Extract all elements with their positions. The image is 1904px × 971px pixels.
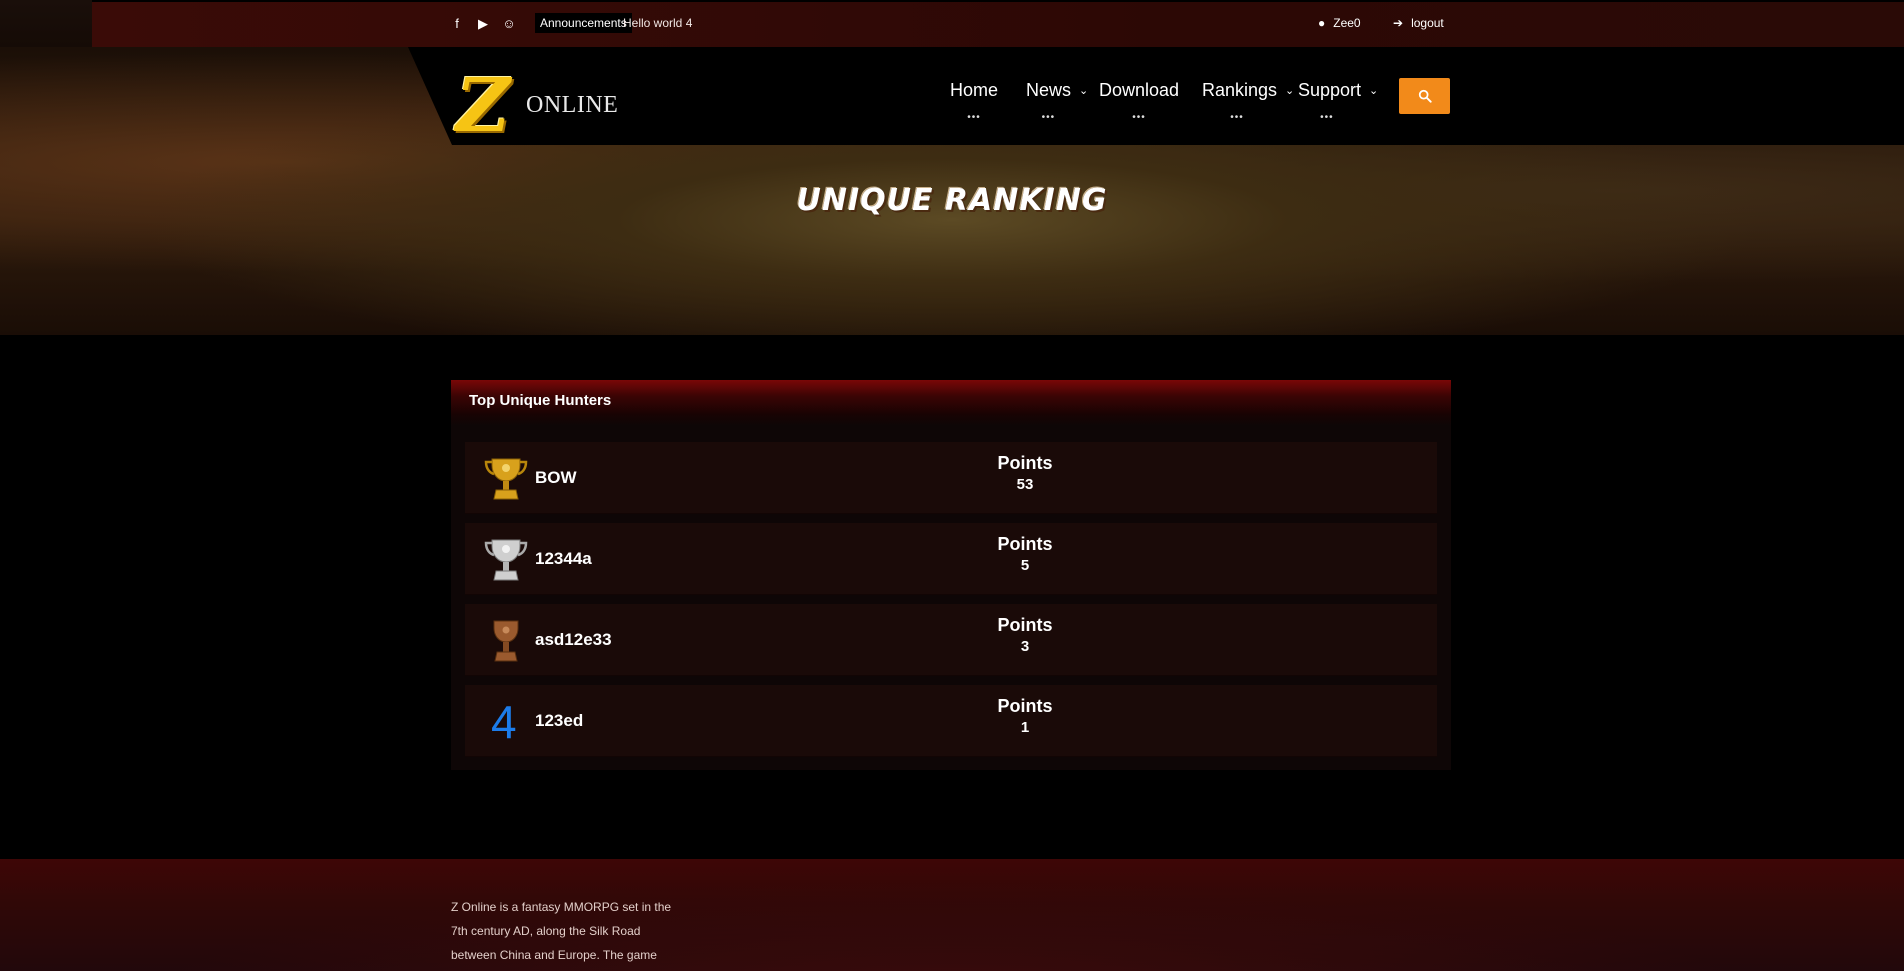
announcement-text[interactable]: Hello world 4 [623,16,692,30]
nav-rankings[interactable]: Rankings ⌄ ••• [1202,80,1295,123]
sign-out-icon: ➔ [1393,16,1404,30]
points-value: 53 [1016,476,1034,493]
logout-link[interactable]: ➔ logout [1393,16,1444,30]
nav-dots: ••• [967,112,981,123]
points-value: 5 [1020,557,1030,574]
points-label: Points [997,615,1053,635]
chevron-down-icon: ⌄ [1369,85,1379,97]
points-cell: Points 5 [985,534,1065,574]
points-label: Points [997,534,1053,554]
ranking-row: 12344a Points 5 [465,523,1437,595]
ranking-list: BOW Points 53 12344a Points 5 asd12e33 P… [465,442,1437,766]
logo-letter: Z [456,63,511,149]
points-cell: Points 3 [985,615,1065,655]
nav-news-label: News [1026,80,1072,100]
panel-title: Top Unique Hunters [451,380,1451,426]
facebook-icon[interactable]: f [450,16,464,32]
points-value: 1 [1020,719,1030,736]
logo-text: ONLINE [526,92,619,118]
logout-label: logout [1411,16,1444,30]
search-icon [1418,89,1432,103]
bronze-trophy-icon [493,620,519,662]
user-profile-link[interactable]: ● Zee0 [1318,16,1361,30]
player-name[interactable]: asd12e33 [535,630,612,650]
social-links: f ▶ ☺ [450,16,516,32]
user-icon: ● [1318,16,1326,30]
ranking-row: BOW Points 53 [465,442,1437,514]
ranking-row: 4 123ed Points 1 [465,685,1437,757]
search-button[interactable] [1399,78,1450,114]
page-title: UNIQUE RANKING [796,183,1108,218]
discord-icon[interactable]: ☺ [502,16,516,32]
gold-trophy-icon [484,458,528,500]
nav-dots: ••• [1230,112,1244,123]
ranking-row: asd12e33 Points 3 [465,604,1437,676]
nav-support[interactable]: Support ⌄ ••• [1298,80,1379,123]
player-name[interactable]: BOW [535,468,577,488]
chevron-down-icon: ⌄ [1285,85,1295,97]
rank-number: 4 [491,696,517,748]
points-value: 3 [1020,638,1030,655]
top-bar: f ▶ ☺ Announcements Hello world 4 ● Zee0… [92,0,1904,47]
nav-download-label: Download [1099,80,1180,100]
nav-dots: ••• [1132,112,1146,123]
silver-trophy-icon [484,539,528,581]
youtube-icon[interactable]: ▶ [476,16,490,32]
ranking-panel: Top Unique Hunters BOW Points 53 12344a … [451,380,1451,770]
nav-news[interactable]: News ⌄ ••• [1026,80,1089,123]
nav-download[interactable]: Download ••• [1099,80,1180,123]
nav-dots: ••• [1041,112,1056,123]
nav-rankings-label: Rankings [1202,80,1278,100]
corner-background [0,0,92,47]
chevron-down-icon: ⌄ [1079,85,1089,97]
nav-home-label: Home [950,80,999,100]
nav-support-label: Support [1298,80,1362,100]
nav-dots: ••• [1320,112,1334,123]
points-label: Points [997,696,1053,716]
announcements-label: Announcements [535,13,632,33]
nav-home[interactable]: Home ••• [950,80,999,123]
points-cell: Points 1 [985,696,1065,736]
footer-about-text: Z Online is a fantasy MMORPG set in the … [451,900,672,962]
site-footer: Z Online is a fantasy MMORPG set in the … [0,859,1904,971]
username: Zee0 [1333,16,1361,30]
player-name[interactable]: 123ed [535,711,583,731]
points-cell: Points 53 [985,453,1065,493]
player-name[interactable]: 12344a [535,549,592,569]
points-label: Points [997,453,1053,473]
site-logo[interactable]: Z ONLINE [456,63,619,149]
